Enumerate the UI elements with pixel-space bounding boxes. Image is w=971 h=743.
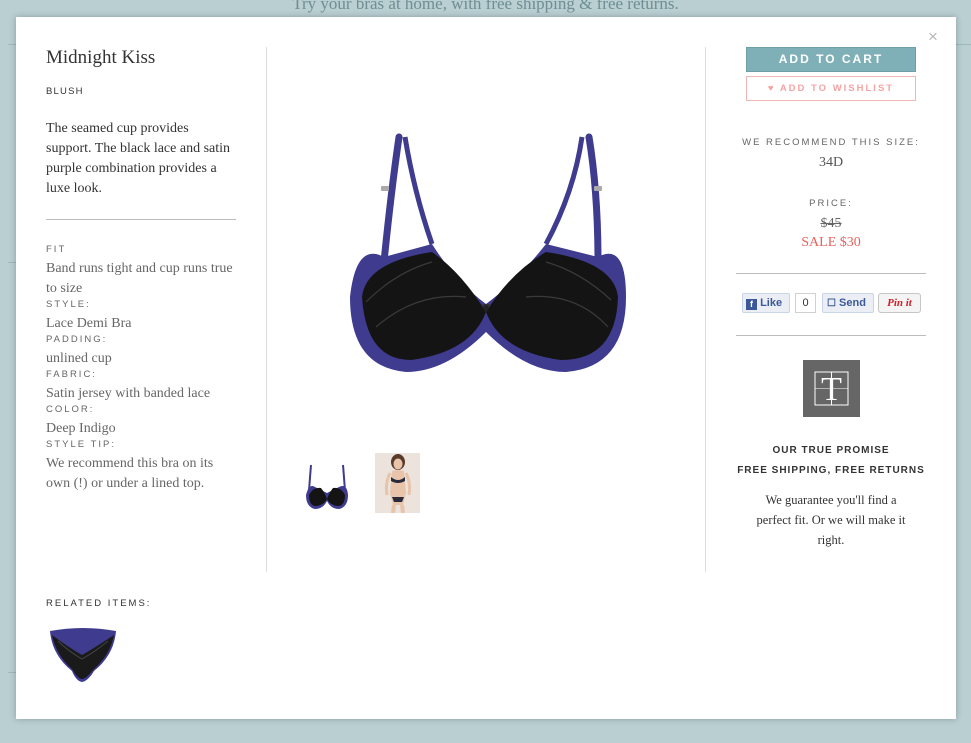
spec-item: STYLE TIP: We recommend this bra on its … <box>46 439 236 494</box>
background-divider <box>956 44 971 45</box>
spec-list: FIT Band runs tight and cup runs true to… <box>46 244 236 494</box>
speech-bubble-icon: ☐ <box>827 298 836 309</box>
product-quickview-modal: × Midnight Kiss BLUSH The seamed cup pro… <box>16 17 956 719</box>
product-thumbnail[interactable] <box>301 453 353 513</box>
recommended-size-value: 34D <box>818 155 844 170</box>
product-description: The seamed cup provides support. The bla… <box>46 121 231 196</box>
divider <box>736 335 926 336</box>
background-divider <box>8 44 16 45</box>
facebook-like-label: Like <box>760 297 783 309</box>
background-banner: Try your bras at home, with free shippin… <box>292 0 679 13</box>
spec-value: Lace Demi Bra <box>46 316 132 331</box>
spec-value: unlined cup <box>46 351 112 366</box>
spec-item: FABRIC: Satin jersey with banded lace <box>46 369 236 404</box>
product-color-name: BLUSH <box>46 86 84 97</box>
spec-label: FABRIC: <box>46 369 97 380</box>
add-to-cart-button[interactable]: ADD TO CART <box>746 47 916 72</box>
spec-label: COLOR: <box>46 404 95 415</box>
add-to-wishlist-button[interactable]: ♥ ADD TO WISHLIST <box>746 76 916 101</box>
true-and-co-logo: T <box>803 360 860 417</box>
original-price: $45 <box>820 216 842 231</box>
product-title: Midnight Kiss <box>46 47 156 68</box>
close-button[interactable]: × <box>928 27 938 47</box>
spec-label: PADDING: <box>46 334 108 345</box>
column-divider <box>705 47 706 572</box>
price-label: PRICE: <box>809 198 853 209</box>
spec-value: Satin jersey with banded lace <box>46 386 211 401</box>
divider <box>736 273 926 274</box>
pinterest-button[interactable]: Pin it <box>878 293 921 313</box>
promise-title: OUR TRUE PROMISE <box>772 445 890 456</box>
spec-value: We recommend this bra on its own (!) or … <box>46 456 214 491</box>
column-divider <box>266 47 267 572</box>
facebook-send-label: Send <box>839 297 866 309</box>
spec-label: FIT <box>46 244 67 255</box>
related-item-thumbnail[interactable] <box>48 625 118 685</box>
background-divider <box>8 672 16 673</box>
background-divider <box>8 262 16 263</box>
sale-price: SALE $30 <box>801 235 861 250</box>
related-items-label: RELATED ITEMS: <box>46 598 152 609</box>
spec-value: Band runs tight and cup runs true to siz… <box>46 261 233 296</box>
spec-label: STYLE TIP: <box>46 439 116 450</box>
facebook-send-button[interactable]: ☐ Send <box>822 293 874 313</box>
facebook-like-count: 0 <box>795 293 816 313</box>
product-thumbnail-model[interactable] <box>375 453 420 514</box>
spec-value: Deep Indigo <box>46 421 116 436</box>
divider <box>46 219 236 220</box>
facebook-like-button[interactable]: f Like <box>742 293 790 313</box>
spec-item: FIT Band runs tight and cup runs true to… <box>46 244 236 299</box>
facebook-icon: f <box>746 299 757 310</box>
product-details: Midnight Kiss BLUSH The seamed cup provi… <box>46 47 236 494</box>
spec-item: STYLE: Lace Demi Bra <box>46 299 236 334</box>
promise-text: We guarantee you'll find a perfect fit. … <box>756 493 906 547</box>
spec-item: PADDING: unlined cup <box>46 334 236 369</box>
promise-subtitle: FREE SHIPPING, FREE RETURNS <box>737 465 925 476</box>
recommended-size-label: WE RECOMMEND THIS SIZE: <box>742 137 920 148</box>
logo-letter: T <box>821 371 842 408</box>
product-main-image <box>336 132 636 382</box>
spec-item: COLOR: Deep Indigo <box>46 404 236 439</box>
spec-label: STYLE: <box>46 299 91 310</box>
